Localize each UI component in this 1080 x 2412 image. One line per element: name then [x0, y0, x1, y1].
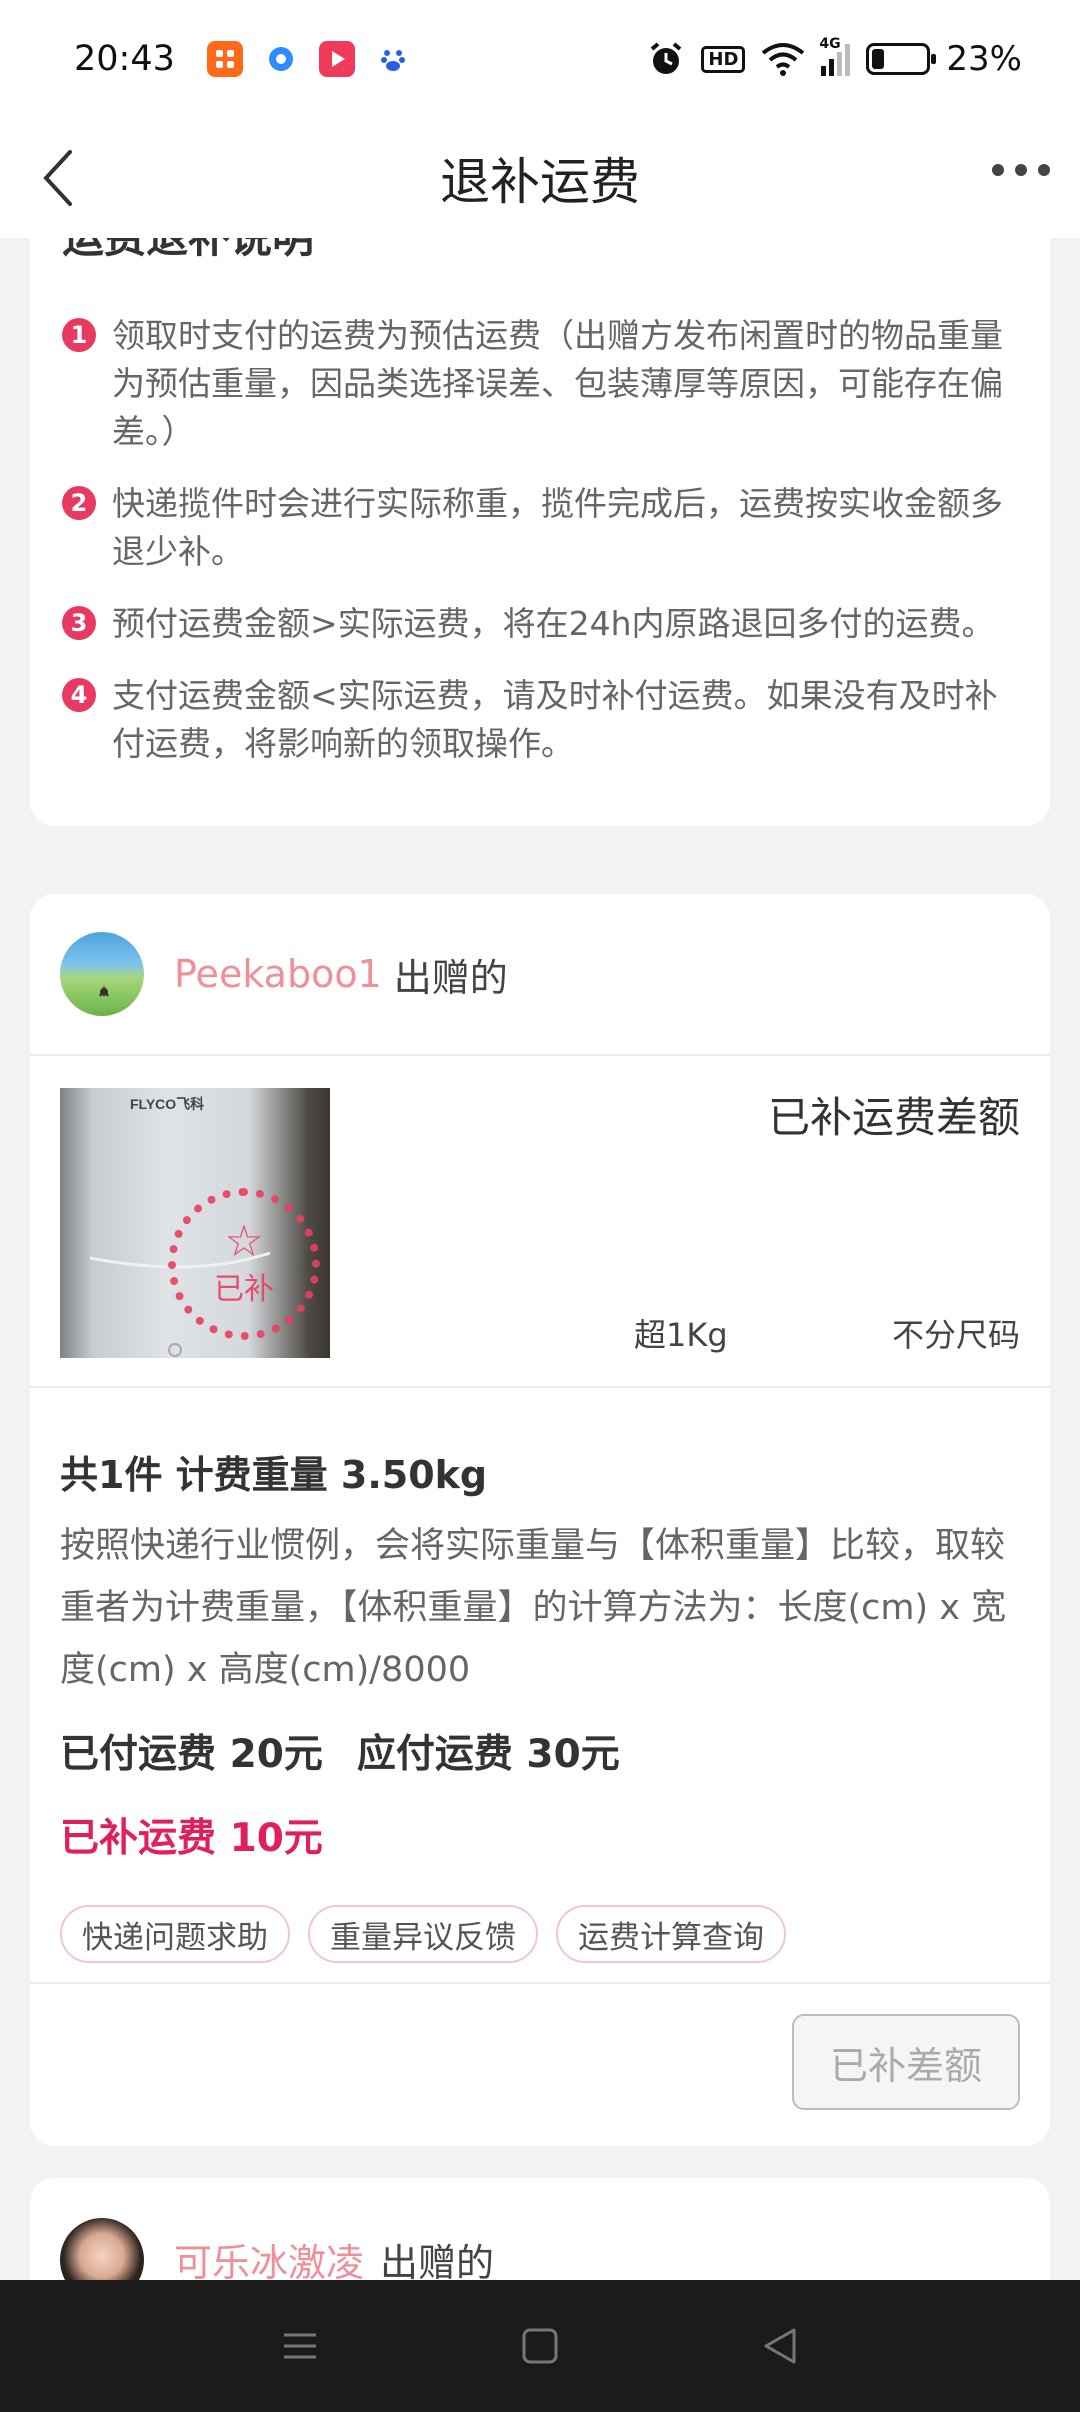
video-notification-icon	[318, 41, 355, 77]
explanation-item: 4 支付运费金额<实际运费，请及时补付运费。如果没有及时补付运费，将影响新的领取…	[62, 672, 1022, 768]
explanation-item: 2 快递揽件时会进行实际称重，揽件完成后，运费按实收金额多退少补。	[62, 480, 1022, 576]
explanation-list: 1 领取时支付的运费为预估运费（出赠方发布闲置时的物品重量为预估重量，因品类选择…	[62, 312, 1022, 792]
product-row[interactable]: FLYCO飞科 ☆ 已补 已补运费差额 超1Kg 不分尺码	[30, 1056, 1050, 1386]
explanation-text: 快递揽件时会进行实际称重，揽件完成后，运费按实收金额多退少补。	[112, 484, 1003, 571]
explanation-text: 预付运费金额>实际运费，将在24h内原路退回多付的运费。	[112, 604, 995, 643]
divider	[30, 1386, 1050, 1388]
tag-freight-calculator[interactable]: 运费计算查询	[556, 1905, 786, 1963]
explanation-text: 领取时支付的运费为预估运费（出赠方发布闲置时的物品重量为预估重量，因品类选择误差…	[112, 316, 1003, 451]
avatar[interactable]	[60, 932, 144, 1016]
supplemented-button[interactable]: 已补差额	[792, 2014, 1020, 2110]
baidu-notification-icon	[374, 41, 411, 77]
giver-name[interactable]: 可乐冰激凌	[174, 2232, 364, 2280]
wifi-icon	[762, 43, 805, 76]
number-badge: 2	[62, 486, 96, 520]
product-image[interactable]: FLYCO飞科 ☆ 已补	[60, 1088, 330, 1358]
fee-summary: 已付运费 20元 应付运费 30元	[60, 1723, 1020, 1779]
giver-suffix: 出赠的	[380, 2241, 495, 2280]
alarm-icon	[651, 42, 682, 74]
supplemented-stamp: ☆ 已补	[168, 1188, 320, 1340]
freight-explanation-card: 运费退补说明 1 领取时支付的运费为预估运费（出赠方发布闲置时的物品重量为预估重…	[30, 238, 1050, 826]
nav-bar: 退补运费	[0, 118, 1080, 238]
battery-fill	[872, 49, 885, 69]
order-status: 已补运费差额	[767, 1093, 1020, 1142]
paid-fee: 已付运费 20元	[60, 1732, 323, 1777]
home-icon[interactable]	[520, 2326, 560, 2366]
help-tags: 快递问题求助 重量异议反馈 运费计算查询	[60, 1905, 1020, 1963]
hd-icon: HD	[701, 45, 746, 73]
avatar[interactable]	[60, 2218, 144, 2280]
action-row: 已补差额	[30, 1982, 1050, 2146]
status-time: 20:43	[74, 39, 175, 79]
tag-weight-dispute[interactable]: 重量异议反馈	[308, 1905, 538, 1963]
system-nav-bar	[0, 2280, 1080, 2412]
number-badge: 4	[62, 678, 96, 712]
billing-weight: 共1件 计费重量 3.50kg	[60, 1453, 488, 1497]
giver-suffix: 出赠的	[393, 955, 508, 1000]
app-notification-icon	[206, 41, 243, 77]
explanation-text: 支付运费金额<实际运费，请及时补付运费。如果没有及时补付运费，将影响新的领取操作…	[112, 676, 998, 763]
number-badge: 1	[62, 318, 96, 352]
next-order-card[interactable]: 可乐冰激凌 出赠的	[30, 2178, 1050, 2280]
weight-rule-text: 按照快递行业惯例，会将实际重量与【体积重量】比较，取较重者为计费重量，【体积重量…	[60, 1526, 1007, 1690]
giver-row[interactable]: Peekaboo1 出赠的	[30, 894, 1050, 1054]
tag-courier-help[interactable]: 快递问题求助	[60, 1905, 290, 1963]
status-bar: 20:43 HD 4G 23%	[0, 0, 1080, 118]
weight-spec: 超1Kg	[634, 1316, 728, 1354]
back-icon[interactable]	[760, 2326, 800, 2366]
page-title: 退补运费	[440, 153, 640, 211]
explanation-item: 3 预付运费金额>实际运费，将在24h内原路退回多付的运费。	[62, 600, 1022, 648]
size-spec: 不分尺码	[891, 1316, 1020, 1354]
status-right: HD 4G 23%	[647, 36, 1022, 79]
main-content[interactable]: 运费退补说明 1 领取时支付的运费为预估运费（出赠方发布闲置时的物品重量为预估重…	[0, 238, 1080, 2280]
menu-icon[interactable]	[280, 2326, 320, 2366]
explanation-item: 1 领取时支付的运费为预估运费（出赠方发布闲置时的物品重量为预估重量，因品类选择…	[62, 312, 1022, 456]
due-fee: 应付运费 30元	[356, 1732, 620, 1777]
giver-name[interactable]: Peekaboo1	[174, 952, 382, 996]
signal-icon: 4G	[819, 36, 851, 76]
freight-detail: 共1件 计费重量 3.50kg 按照快递行业惯例，会将实际重量与【体积重量】比较…	[60, 1444, 1020, 1963]
explanation-title: 运费退补说明	[62, 238, 314, 265]
battery-icon	[866, 43, 937, 75]
battery-percent: 23%	[946, 39, 1022, 79]
browser-notification-icon	[262, 41, 299, 77]
number-badge: 3	[62, 606, 96, 640]
back-arrow-icon[interactable]	[26, 140, 102, 216]
stamp-text: 已补	[214, 1272, 274, 1307]
order-card: Peekaboo1 出赠的 FLYCO飞科 ☆ 已补 已补运费差额 超1Kg 不…	[30, 894, 1050, 2146]
status-left: 20:43	[74, 39, 411, 79]
supplemented-fee: 已补运费 10元	[60, 1816, 323, 1861]
star-icon: ☆	[224, 1216, 264, 1267]
more-options-icon[interactable]	[992, 164, 1050, 176]
network-type: 4G	[819, 36, 841, 52]
